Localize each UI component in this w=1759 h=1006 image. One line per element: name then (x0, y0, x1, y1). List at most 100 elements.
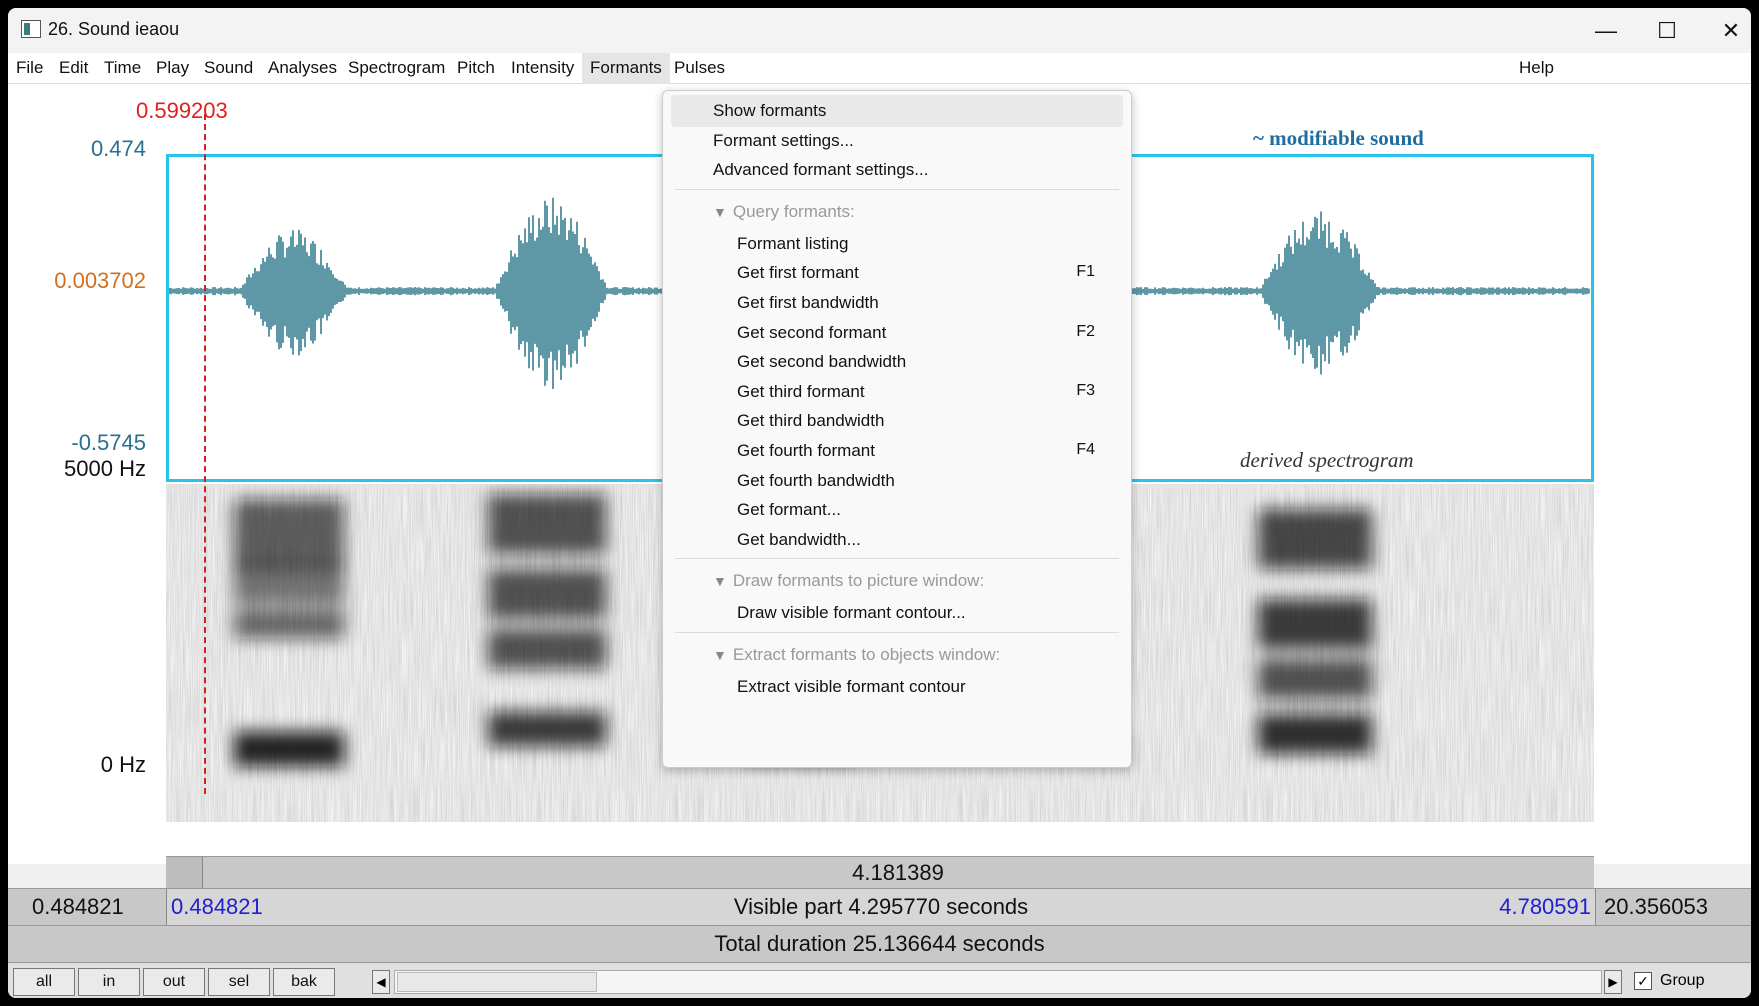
visible-part-segment[interactable]: 0.484821 Visible part 4.295770 seconds 4… (166, 889, 1596, 925)
group-checkbox[interactable]: ✓ (1634, 972, 1652, 990)
right-outside-duration: 20.356053 (1604, 894, 1708, 919)
visible-part-duration: Visible part 4.295770 seconds (733, 894, 1029, 919)
collapse-triangle-icon: ▼ (713, 203, 727, 220)
formants-dropdown-menu: Show formants Formant settings... Advanced… (662, 90, 1132, 768)
wave-ymid-label: 0.003702 (54, 268, 146, 293)
menu-item-label: Query formants: (732, 201, 855, 221)
menu-item-label: Extract formants to objects window: (732, 645, 1001, 664)
menu-file[interactable]: File (16, 58, 43, 78)
zoom-all-button[interactable]: all (13, 968, 75, 996)
formant-band (1258, 714, 1372, 754)
left-outside-duration: 0.484821 (32, 894, 124, 919)
zoom-in-button[interactable]: in (78, 968, 140, 996)
menu-section-query-formants: ▼ Query formants: (663, 196, 1131, 228)
collapse-triangle-icon: ▼ (713, 647, 727, 663)
menu-item-get-formant[interactable]: Get formant... (663, 494, 1131, 526)
derived-spectrogram-label: derived spectrogram (1240, 448, 1414, 472)
menu-separator (675, 188, 1119, 190)
collapse-triangle-icon: ▼ (713, 573, 727, 590)
formant-band (1258, 509, 1372, 569)
menu-shortcut: F4 (1076, 441, 1095, 458)
menu-help[interactable]: Help (1519, 58, 1554, 78)
wave-ymax-label: 0.474 (90, 136, 146, 161)
formant-band (488, 494, 606, 554)
menu-item-label: Formant listing (737, 233, 849, 253)
bottom-toolbar: all in out sel bak ◀ ▶ ✓ Group (8, 962, 1751, 998)
zoom-back-button[interactable]: bak (273, 968, 335, 996)
menu-item-get-first-formant[interactable]: Get first formant F1 (663, 257, 1131, 289)
menu-item-get-second-bandwidth[interactable]: Get second bandwidth (663, 346, 1131, 378)
close-button[interactable]: ✕ (1696, 8, 1751, 53)
menu-item-advanced-formant-settings[interactable]: Advanced formant settings... (663, 154, 1131, 186)
menu-item-get-fourth-formant[interactable]: Get fourth formant F4 (663, 435, 1131, 467)
menu-item-label: Get third formant (737, 381, 865, 401)
menu-item-label: Draw visible formant contour... (737, 603, 966, 623)
formant-band (1258, 599, 1372, 649)
menu-item-get-second-formant[interactable]: Get second formant F2 (663, 317, 1131, 349)
menu-item-label: Get first formant (737, 263, 859, 283)
praat-sound-editor-window: 26. Sound ieaou — ☐ ✕ File Edit Time Pla… (8, 8, 1751, 998)
menu-pitch[interactable]: Pitch (457, 58, 495, 78)
group-label: Group (1660, 972, 1705, 989)
menu-item-label: Show formants (713, 101, 827, 120)
menu-item-label: Get first bandwidth (737, 293, 879, 312)
menu-item-get-bandwidth[interactable]: Get bandwidth... (663, 524, 1131, 556)
formant-band (488, 569, 606, 619)
menu-separator (675, 632, 1119, 633)
menu-play[interactable]: Play (156, 58, 189, 78)
minimize-button[interactable]: — (1571, 8, 1641, 53)
menu-shortcut: F2 (1076, 322, 1095, 340)
menu-item-get-first-bandwidth[interactable]: Get first bandwidth (663, 287, 1131, 319)
menu-time[interactable]: Time (104, 58, 141, 78)
menu-separator (675, 558, 1119, 560)
menu-formants[interactable]: Formants (582, 53, 670, 84)
segment-left[interactable] (166, 857, 203, 889)
horizontal-scrollbar[interactable] (394, 970, 1602, 994)
menu-analyses[interactable]: Analyses (268, 58, 337, 78)
menu-edit[interactable]: Edit (59, 58, 88, 78)
menu-item-get-third-formant[interactable]: Get third formant F3 (663, 376, 1131, 408)
total-duration-bar[interactable]: Total duration 25.136644 seconds (8, 925, 1751, 962)
menu-item-draw-visible-formant-contour[interactable]: Draw visible formant contour... (663, 597, 1131, 629)
zoom-out-button[interactable]: out (143, 968, 205, 996)
formant-band (234, 731, 344, 767)
spec-ymax-label: 5000 Hz (64, 456, 146, 481)
modifiable-sound-label: ~ modifiable sound (1253, 126, 1424, 150)
total-duration: Total duration 25.136644 seconds (714, 931, 1045, 956)
menu-item-label: Advanced formant settings... (713, 160, 929, 180)
menu-item-label: Draw formants to picture window: (732, 571, 985, 591)
window-title: 26. Sound ieaou (48, 19, 180, 39)
menu-pulses[interactable]: Pulses (674, 58, 725, 78)
menu-item-formant-listing[interactable]: Formant listing (663, 228, 1131, 260)
maximize-button[interactable]: ☐ (1632, 8, 1702, 53)
menu-item-extract-visible-formant-contour[interactable]: Extract visible formant contour (663, 671, 1131, 703)
menu-bar: File Edit Time Play Sound Analyses Spect… (8, 53, 1751, 84)
menu-item-label: Get second formant (737, 322, 887, 342)
visible-end-time: 4.780591 (1499, 894, 1591, 919)
menu-intensity[interactable]: Intensity (511, 58, 574, 78)
segment-duration: 4.181389 (852, 860, 944, 885)
formant-band (488, 629, 606, 669)
formant-band (234, 564, 344, 604)
menu-item-label: Extract visible formant contour (737, 677, 966, 696)
praat-app-icon (21, 20, 41, 38)
visible-part-bar[interactable]: 0.484821 0.484821 Visible part 4.295770 … (8, 888, 1751, 925)
menu-item-show-formants[interactable]: Show formants (671, 95, 1123, 127)
menu-section-draw-formants-to-picture-window: ▼ Draw formants to picture window: (663, 565, 1131, 597)
scroll-right-arrow-icon[interactable]: ▶ (1604, 970, 1622, 994)
scroll-left-arrow-icon[interactable]: ◀ (372, 970, 390, 994)
menu-sound[interactable]: Sound (204, 58, 253, 78)
menu-shortcut: F3 (1076, 381, 1095, 399)
zoom-selection-button[interactable]: sel (208, 968, 270, 996)
scrollbar-thumb[interactable] (397, 972, 597, 992)
menu-item-label: Formant settings... (713, 130, 854, 150)
menu-item-get-fourth-bandwidth[interactable]: Get fourth bandwidth (663, 465, 1131, 497)
cursor-segment-bar[interactable]: 4.181389 (166, 856, 1594, 889)
menu-spectrogram[interactable]: Spectrogram (348, 58, 445, 78)
menu-item-label: Get fourth bandwidth (737, 470, 895, 490)
cursor-line (204, 114, 206, 794)
menu-item-formant-settings[interactable]: Formant settings... (663, 125, 1131, 157)
menu-shortcut: F1 (1076, 263, 1095, 281)
cursor-time-label: 0.599203 (136, 98, 228, 123)
menu-item-get-third-bandwidth[interactable]: Get third bandwidth (663, 405, 1131, 437)
